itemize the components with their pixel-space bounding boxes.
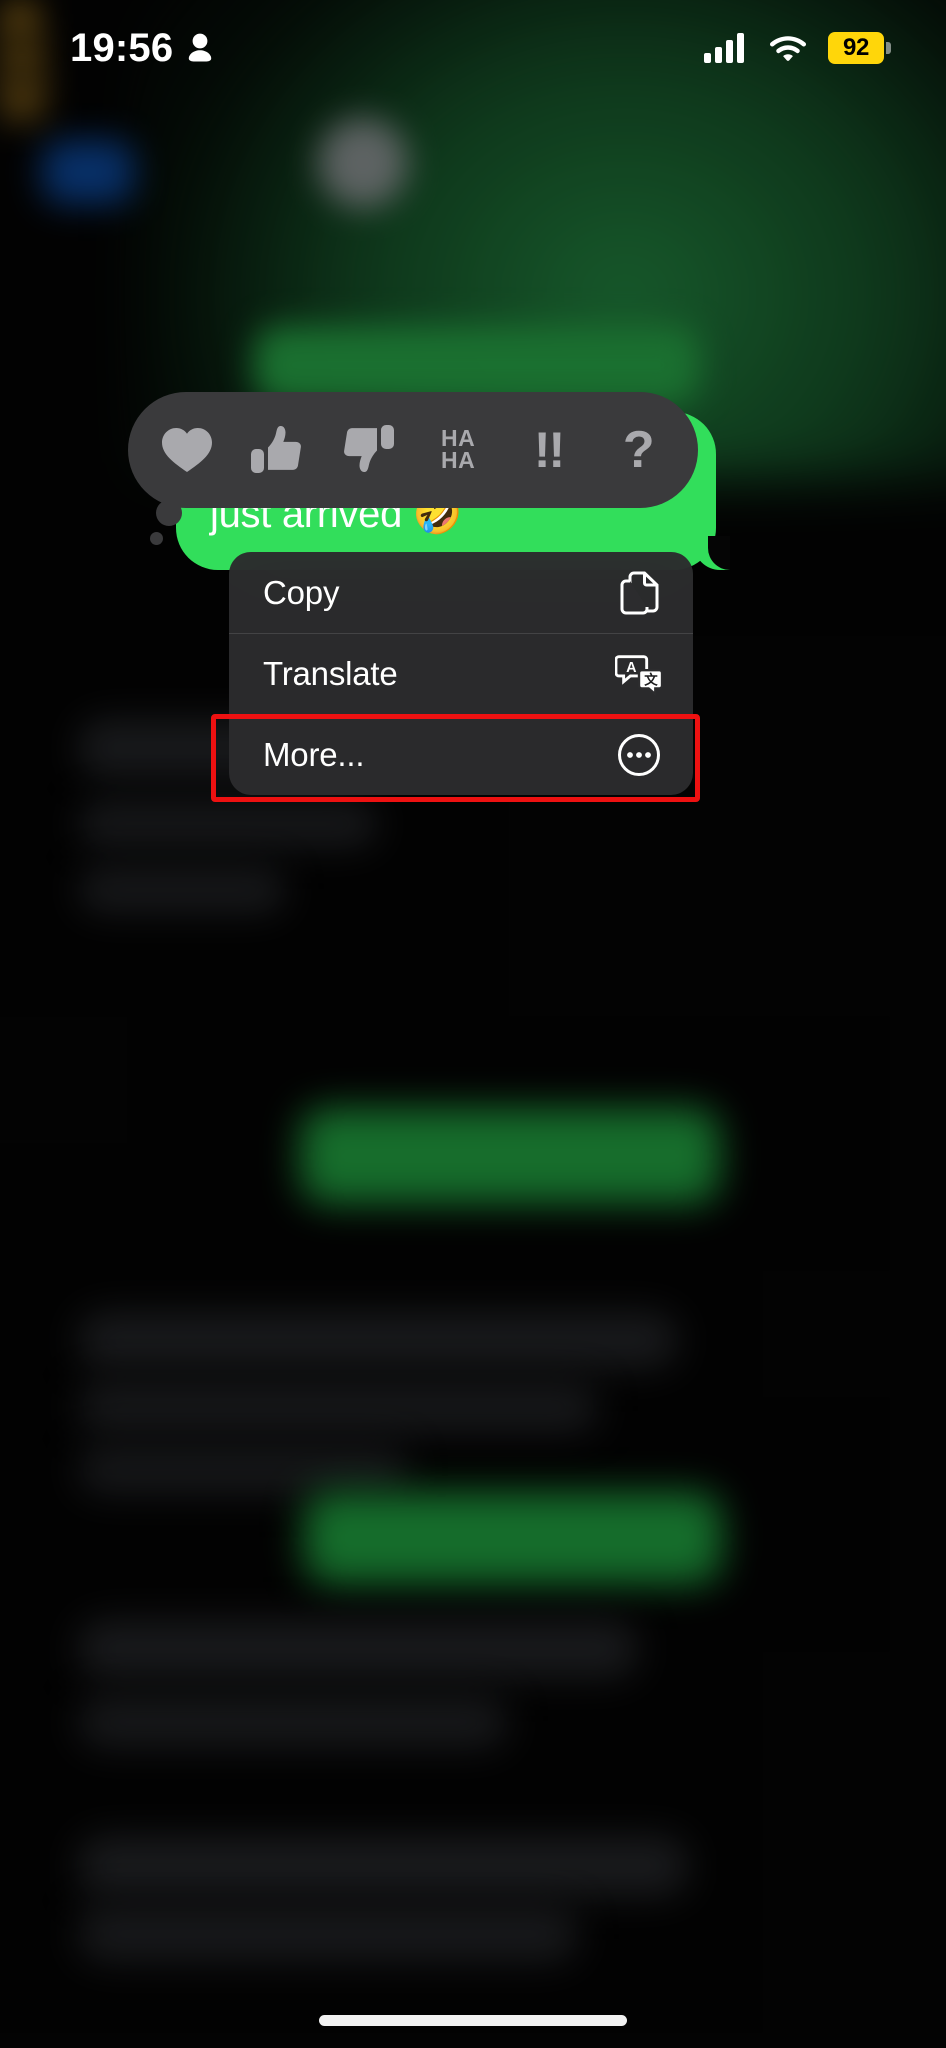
svg-text:A: A	[626, 660, 637, 676]
chat-backdrop	[0, 0, 946, 2048]
tapback-tail-small	[150, 532, 163, 545]
exclamation-reaction[interactable]: !!	[503, 392, 593, 508]
copy-icon	[615, 569, 663, 617]
wifi-icon	[769, 36, 807, 61]
heart-icon	[162, 428, 213, 472]
backdrop-received-bubble	[78, 1696, 508, 1748]
context-menu-item-translate[interactable]: Translate A 文	[229, 633, 693, 714]
backdrop-received-bubble	[78, 1906, 578, 1962]
backdrop-received-bubble	[78, 1836, 688, 1896]
translate-icon: A 文	[615, 650, 663, 698]
backdrop-received-bubble	[78, 1312, 678, 1368]
clock-label: 19:56	[70, 25, 174, 70]
home-indicator[interactable]	[319, 2015, 627, 2026]
thumbs-up-reaction[interactable]	[232, 392, 322, 508]
backdrop-avatar-blue	[42, 140, 134, 204]
thumbs-up-icon	[251, 425, 302, 473]
haha-reaction[interactable]: HA HA	[413, 392, 503, 508]
backdrop-received-bubble	[78, 1382, 598, 1432]
cellular-signal-icon	[704, 33, 744, 63]
backdrop-received-bubble	[78, 1446, 408, 1494]
copy-label: Copy	[263, 573, 340, 611]
backdrop-received-bubble	[78, 1620, 638, 1678]
thumbs-down-reaction[interactable]	[323, 392, 413, 508]
backdrop-received-bubble	[78, 800, 378, 848]
tapback-tail-large	[156, 500, 182, 526]
ellipsis-circle-icon	[615, 731, 663, 779]
thumbs-down-icon	[343, 425, 394, 473]
context-menu-item-more[interactable]: More...	[229, 714, 693, 795]
question-reaction[interactable]: ?	[594, 392, 684, 508]
context-menu-item-copy[interactable]: Copy	[229, 552, 693, 633]
translate-label: Translate	[263, 654, 398, 692]
status-bar: 19:56 92	[0, 0, 946, 96]
backdrop-avatar-grey	[318, 118, 408, 208]
backdrop-received-bubble	[78, 866, 286, 914]
tapback-reaction-bar[interactable]: HA HA !! ?	[128, 392, 698, 545]
backdrop-sent-bubble	[300, 1108, 720, 1204]
person-icon	[189, 33, 212, 62]
message-context-menu[interactable]: Copy Translate A 文 More...	[229, 552, 693, 795]
haha-icon: HA HA	[441, 425, 476, 473]
phone-screen: 19:56 92 HA HA !! ? just arrived 🤣 Copy …	[0, 0, 946, 2048]
battery-badge: 92	[828, 32, 891, 64]
status-bar-left: 19:56	[70, 26, 213, 71]
more-label: More...	[263, 735, 365, 773]
heart-reaction[interactable]	[142, 392, 232, 508]
question-icon: ?	[622, 421, 655, 479]
status-bar-right: 92	[704, 32, 891, 64]
exclamation-icon: !!	[533, 422, 565, 478]
backdrop-sent-bubble	[304, 1492, 722, 1584]
svg-text:文: 文	[644, 671, 658, 687]
